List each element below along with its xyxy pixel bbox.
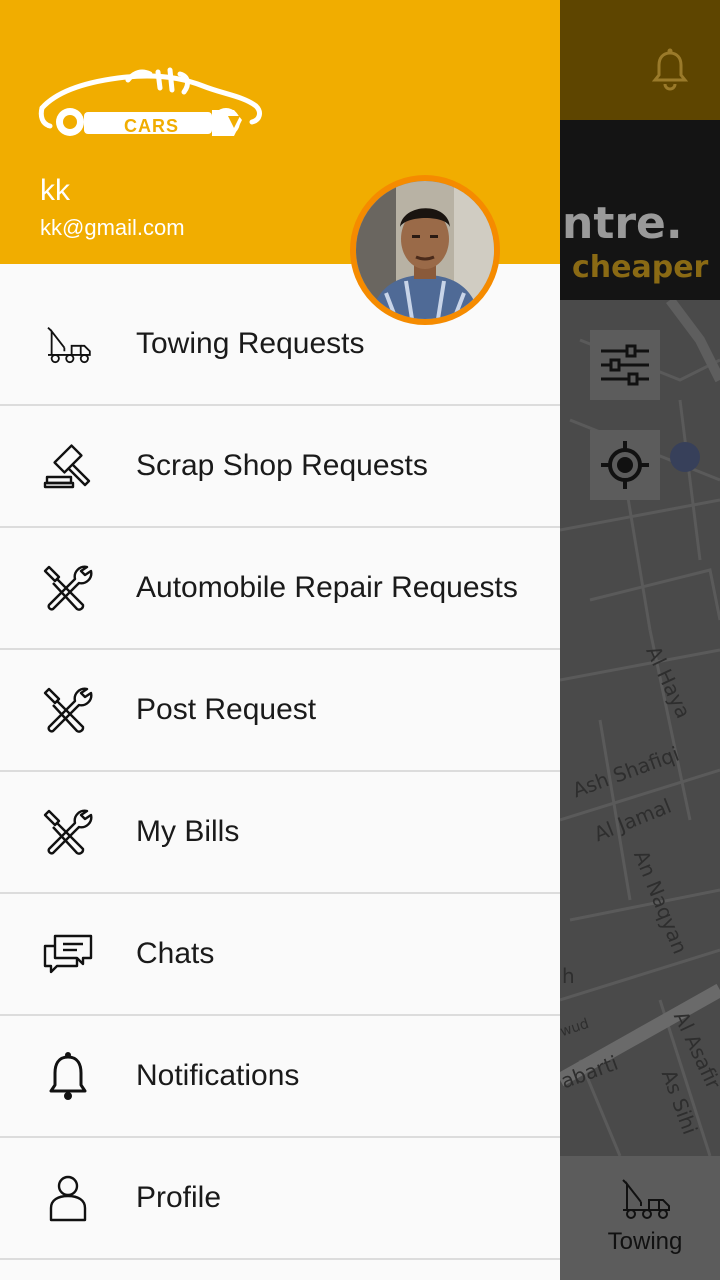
filter-button[interactable] <box>590 330 660 400</box>
tab-towing[interactable]: Towing <box>590 1176 700 1256</box>
map-view: Al Haya Ash Shafiqi Al Jamal An Naqyan A… <box>560 300 720 1156</box>
drawer-menu: Towing Requests Scrap Shop Requests Auto… <box>0 284 560 1260</box>
menu-item-automobile-repair-requests[interactable]: Automobile Repair Requests <box>0 528 560 650</box>
menu-item-label: Post Request <box>136 693 317 726</box>
my-location-button[interactable] <box>590 430 660 500</box>
gavel-icon <box>40 438 96 494</box>
menu-item-profile[interactable]: Profile <box>0 1138 560 1260</box>
menu-item-my-bills[interactable]: My Bills <box>0 772 560 894</box>
menu-item-label: Scrap Shop Requests <box>136 449 428 482</box>
menu-item-label: Automobile Repair Requests <box>136 571 518 604</box>
menu-item-towing-requests[interactable]: Towing Requests <box>0 284 560 406</box>
user-name: kk <box>40 174 70 207</box>
cars-logo: CARS <box>38 64 264 144</box>
map-poi-marker[interactable] <box>670 442 700 472</box>
tab-towing-label: Towing <box>607 1228 683 1255</box>
tow-truck-icon <box>622 1179 670 1219</box>
navigation-drawer: CARS kk kk@gmail.com Towing Requests Scr… <box>0 0 560 1280</box>
app-bar <box>560 0 720 120</box>
tools-icon <box>40 804 96 860</box>
person-icon <box>40 1170 96 1226</box>
menu-item-label: Profile <box>136 1181 222 1214</box>
tools-icon <box>40 560 96 616</box>
chat-icon <box>40 926 96 982</box>
menu-item-label: Towing Requests <box>136 327 365 360</box>
menu-item-scrap-shop-requests[interactable]: Scrap Shop Requests <box>0 406 560 528</box>
menu-item-label: Notifications <box>136 1059 300 1092</box>
menu-item-post-request[interactable]: Post Request <box>0 650 560 772</box>
user-email: kk@gmail.com <box>40 215 185 240</box>
menu-item-notifications[interactable]: Notifications <box>0 1016 560 1138</box>
menu-item-chats[interactable]: Chats <box>0 894 560 1016</box>
sliders-icon <box>601 344 649 386</box>
notification-bell-icon[interactable] <box>650 48 690 92</box>
banner-text-line2: cheaper <box>572 250 709 285</box>
bell-icon <box>40 1048 96 1104</box>
menu-item-label: Chats <box>136 937 215 970</box>
map-street-label: h <box>562 964 575 988</box>
banner-text-line1: ntre. <box>562 198 683 249</box>
logo-text: CARS <box>124 116 180 136</box>
promo-banner: ntre. cheaper <box>560 120 720 300</box>
tow-truck-icon <box>40 316 96 372</box>
crosshair-icon <box>601 441 649 489</box>
tools-icon <box>40 682 96 738</box>
menu-item-label: My Bills <box>136 815 240 848</box>
